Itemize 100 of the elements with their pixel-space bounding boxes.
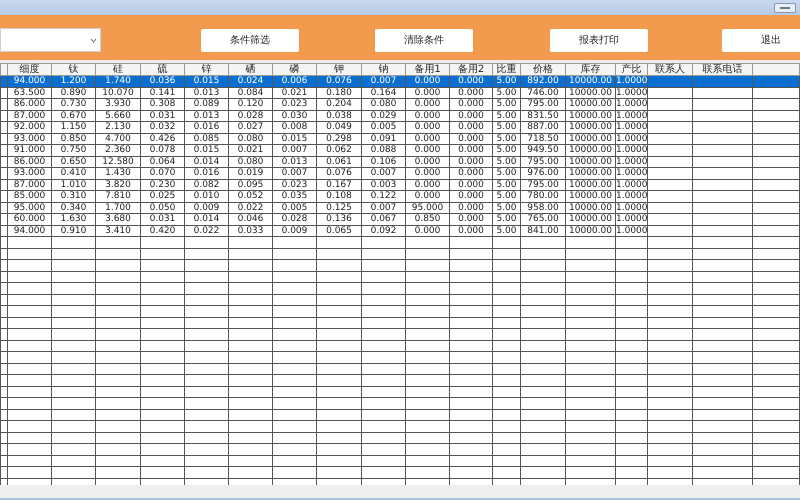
table-cell: 0.006 — [272, 76, 316, 87]
table-cell: 0.076 — [316, 168, 362, 179]
table-cell: 0.000 — [406, 144, 450, 156]
table-cell: 5.00 — [492, 76, 520, 87]
table-cell: 0.000 — [406, 168, 450, 179]
table-cell: 0.007 — [272, 144, 316, 156]
table-cell: 0.007 — [362, 168, 406, 179]
table-row[interactable]: 91.000 0.750 2.360 0.078 0.015 0.021 0.007 0.062 0.088 0.000 0.000 5.00 949.50 10000.00 1.0000 — [0, 144, 800, 156]
table-cell: 0.000 — [450, 144, 492, 156]
table-row[interactable]: 86.000 0.650 12.580 0.064 0.014 0.080 0.013 0.061 0.106 0.000 0.000 5.00 795.00 10000.00 1.0000 — [0, 156, 800, 168]
toolbar-button[interactable]: 退出 — [722, 29, 800, 52]
toolbar-button[interactable]: 报表打印 — [550, 29, 648, 52]
table-cell: 10000.00 — [566, 98, 616, 110]
table-cell: 1.200 — [52, 76, 96, 87]
table-row[interactable]: 94.000 0.910 3.410 0.420 0.022 0.033 0.009 0.065 0.092 0.000 0.000 5.00 841.00 10000.00 1.0000 — [0, 225, 800, 236]
table-cell: 0.014 — [184, 214, 228, 225]
table-cell: 10000.00 — [566, 76, 616, 87]
table-cell: 0.136 — [316, 214, 362, 225]
table-cell: 0.005 — [362, 122, 406, 133]
table-row[interactable]: 92.000 1.150 2.130 0.032 0.016 0.027 0.008 0.049 0.005 0.000 0.000 5.00 887.00 10000.00 1.0000 — [0, 122, 800, 133]
table-cell: 0.122 — [362, 190, 406, 202]
table-cell: 0.000 — [450, 214, 492, 225]
table-cell: 0.025 — [140, 190, 184, 202]
table-cell: 5.00 — [492, 98, 520, 110]
table-cell: 10000.00 — [566, 168, 616, 179]
table-cell: 0.850 — [406, 214, 450, 225]
table-cell: 887.00 — [520, 122, 566, 133]
table-row[interactable]: 60.000 1.630 3.680 0.031 0.014 0.046 0.028 0.136 0.067 0.850 0.000 5.00 765.00 10000.00 1.0000 — [0, 214, 800, 225]
table-cell: 10000.00 — [566, 122, 616, 133]
table-cell: 5.00 — [492, 214, 520, 225]
table-row[interactable]: 86.000 0.730 3.930 0.308 0.089 0.120 0.023 0.204 0.080 0.000 0.000 5.00 795.00 10000.00 1.0000 — [0, 98, 800, 110]
table-row[interactable]: 87.000 1.010 3.820 0.230 0.082 0.095 0.023 0.167 0.003 0.000 0.000 5.00 795.00 10000.00 1.0000 — [0, 179, 800, 190]
table-cell: 795.00 — [520, 98, 566, 110]
minimize-button[interactable] — [774, 2, 796, 12]
table-cell: 0.750 — [52, 144, 96, 156]
table-cell: 0.000 — [450, 122, 492, 133]
table-cell: 0.410 — [52, 168, 96, 179]
table-cell: 765.00 — [520, 214, 566, 225]
table-row[interactable]: 85.000 0.310 7.810 0.025 0.010 0.052 0.035 0.108 0.122 0.000 0.000 5.00 780.00 10000.00 1.0000 — [0, 190, 800, 202]
table-cell: 0.049 — [316, 122, 362, 133]
table-cell: 2.360 — [96, 144, 140, 156]
table-cell: 2.130 — [96, 122, 140, 133]
table-cell: 86.000 — [8, 98, 52, 110]
toolbar-button[interactable]: 清除条件 — [375, 29, 473, 52]
table-cell: 0.010 — [184, 190, 228, 202]
table-cell: 0.730 — [52, 98, 96, 110]
table-cell: 3.930 — [96, 98, 140, 110]
table-cell: 949.50 — [520, 144, 566, 156]
table-cell: 0.088 — [362, 144, 406, 156]
table-cell: 0.035 — [272, 190, 316, 202]
table-cell: 0.019 — [228, 168, 272, 179]
table-cell: 1.740 — [96, 76, 140, 87]
table-cell: 0.308 — [140, 98, 184, 110]
toolbar-button[interactable]: 条件筛选 — [201, 29, 299, 52]
table-cell: 1.0000 — [616, 168, 648, 179]
table-row[interactable]: 93.000 0.850 4.700 0.426 0.085 0.080 0.015 0.298 0.091 0.000 0.000 5.00 718.50 10000.00 1.0000 — [0, 133, 800, 144]
table-cell: 0.007 — [362, 76, 406, 87]
table-cell: 0.000 — [406, 122, 450, 133]
table-cell: 0.036 — [140, 76, 184, 87]
table-cell: 0.015 — [184, 76, 228, 87]
table-cell: 0.028 — [272, 214, 316, 225]
table-cell: 0.031 — [140, 214, 184, 225]
table-cell: 0.000 — [406, 76, 450, 87]
table-cell: 0.000 — [450, 168, 492, 179]
table-cell: 7.810 — [96, 190, 140, 202]
table-cell: 0.000 — [406, 98, 450, 110]
table-cell: 0.076 — [316, 76, 362, 87]
table-cell: 1.0000 — [616, 76, 648, 87]
table-row[interactable]: 94.000 1.200 1.740 0.036 0.015 0.024 0.006 0.076 0.007 0.000 0.000 5.00 892.00 10000.00 1.0000 — [0, 76, 800, 87]
table-cell: 0.008 — [272, 122, 316, 133]
table-cell: 3.680 — [96, 214, 140, 225]
table-cell: 1.0000 — [616, 144, 648, 156]
table-cell: 0.067 — [362, 214, 406, 225]
table-row[interactable]: 93.000 0.410 1.430 0.070 0.016 0.019 0.007 0.076 0.007 0.000 0.000 5.00 976.00 10000.00 1.0000 — [0, 168, 800, 179]
table-row[interactable]: 87.000 0.670 5.660 0.031 0.013 0.028 0.030 0.038 0.029 0.000 0.000 5.00 831.50 10000.00 1.0000 — [0, 110, 800, 122]
table-cell: 976.00 — [520, 168, 566, 179]
table-cell: 0.032 — [140, 122, 184, 133]
table-cell: 0.023 — [272, 98, 316, 110]
table-cell: 892.00 — [520, 76, 566, 87]
table-cell: 1.0000 — [616, 98, 648, 110]
table-cell: 0.120 — [228, 98, 272, 110]
table-cell: 93.000 — [8, 168, 52, 179]
table-cell: 10000.00 — [566, 190, 616, 202]
table-cell: 10000.00 — [566, 144, 616, 156]
table-cell: 0.310 — [52, 190, 96, 202]
table-cell: 5.00 — [492, 144, 520, 156]
table-cell: 0.015 — [184, 144, 228, 156]
table-cell: 0.078 — [140, 144, 184, 156]
table-cell: 0.021 — [228, 144, 272, 156]
table-cell: 0.000 — [450, 76, 492, 87]
table-row[interactable]: 95.000 0.340 1.700 0.050 0.009 0.022 0.005 0.125 0.007 95.000 0.000 5.00 958.00 10000.00 1.0000 — [0, 202, 800, 214]
table-cell: 0.016 — [184, 122, 228, 133]
table-cell: 1.0000 — [616, 214, 648, 225]
table-cell: 5.00 — [492, 190, 520, 202]
table-cell: 0.108 — [316, 190, 362, 202]
table-cell: 1.150 — [52, 122, 96, 133]
caret-icon — [90, 38, 97, 42]
table-cell: 0.070 — [140, 168, 184, 179]
table-row[interactable]: 63.500 0.890 10.070 0.141 0.013 0.084 0.021 0.180 0.164 0.000 0.000 5.00 746.00 10000.00 1.0000 — [0, 87, 800, 98]
table-cell: 94.000 — [8, 76, 52, 87]
